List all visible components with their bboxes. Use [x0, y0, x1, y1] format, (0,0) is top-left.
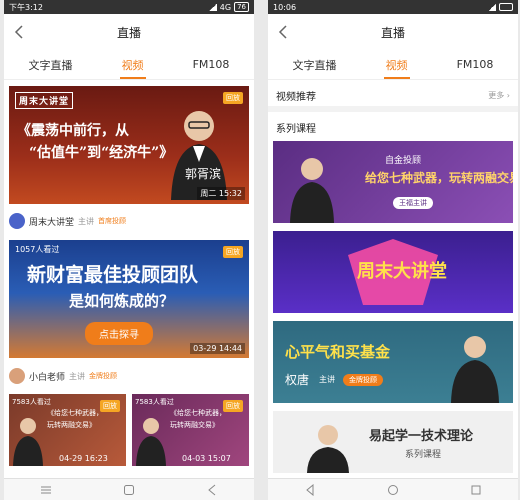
author-row[interactable]: 小白老师 主讲 金牌投顾	[9, 366, 117, 386]
card-title-line2: 是如何炼成的？	[69, 292, 175, 310]
avatar	[9, 213, 25, 229]
banner-title: 易起学一技术理论	[369, 429, 474, 444]
tab-bar: 文字直播 视频 FM108	[4, 50, 254, 80]
card-title-line1: 《给您七种武器，	[170, 409, 226, 417]
card-title-line1: 新财富最佳投顾团队	[27, 264, 199, 286]
top-bar: 直播	[268, 14, 518, 50]
more-link[interactable]: 更多 ›	[488, 90, 510, 101]
home-icon[interactable]	[118, 481, 140, 499]
network-label: 4G	[219, 2, 232, 12]
view-count: 1057人看过	[15, 245, 60, 254]
author-name: 周末大讲堂	[29, 217, 75, 228]
speaker-photo	[136, 418, 166, 466]
back-arrow-icon[interactable]	[274, 23, 292, 41]
page-title: 直播	[116, 25, 141, 40]
replay-badge: 回放	[223, 400, 243, 412]
author-row[interactable]: 周末大讲堂 主讲 首席投顾	[9, 211, 126, 231]
explore-button[interactable]: 点击探寻	[85, 322, 153, 345]
tab-fm108[interactable]: FM108	[185, 52, 238, 77]
section-title: 系列课程	[276, 123, 316, 135]
signal-icon	[488, 3, 496, 11]
right-phone-screen: 10:06 直播 文字直播 视频 FM108 视频推荐 更多 › 系列课程 自金…	[268, 0, 518, 500]
tab-bar: 文字直播 视频 FM108	[268, 50, 518, 80]
tab-fm108[interactable]: FM108	[449, 52, 502, 77]
presenter-role: 主讲	[319, 375, 335, 384]
more-label: 更多	[488, 90, 505, 100]
view-count: 7583人看过	[135, 398, 174, 406]
status-time: 下午3:12	[9, 2, 43, 12]
course-banner-technical-theory[interactable]: 易起学一技术理论 系列课程	[273, 411, 513, 473]
video-recommend-header[interactable]: 视频推荐 更多 ›	[268, 84, 518, 112]
video-card-small[interactable]: 7583人看过 回放 《给您七种武器， 玩转两融交易》 04-29 16:23	[9, 394, 126, 466]
top-bar: 直播	[4, 14, 254, 50]
recents-icon[interactable]	[465, 481, 487, 499]
banner-subtitle: 自金投顾	[385, 156, 422, 166]
tab-text-live[interactable]: 文字直播	[21, 51, 81, 79]
card-title-line1: 《给您七种武器，	[47, 409, 103, 417]
author-name: 小白老师	[29, 372, 66, 383]
card-time: 04-03 15:07	[182, 454, 231, 463]
course-banner-weekend-lecture[interactable]: 周末大讲堂	[273, 231, 513, 313]
page-title: 直播	[380, 25, 405, 40]
speaker-photo	[451, 336, 499, 403]
back-icon[interactable]	[201, 481, 223, 499]
series-header: 系列课程	[268, 116, 518, 138]
banner-subtitle: 系列课程	[405, 450, 442, 460]
speaker-photo	[290, 158, 334, 223]
course-banner-two-way-trading[interactable]: 自金投顾 给您七种武器，玩转两融交易 王福主讲	[273, 141, 513, 223]
tab-text-live[interactable]: 文字直播	[285, 51, 345, 79]
left-phone-screen: 下午3:12 4G 76 直播 文字直播 视频 FM108 周末大讲堂 回放 《…	[4, 0, 254, 500]
banner-title: 给您七种武器，玩转两融交易	[365, 171, 513, 185]
speaker-name: 郭胥滨	[184, 167, 221, 181]
course-banner-fund[interactable]: 心平气和买基金 权唐 主讲 金牌投顾	[273, 321, 513, 403]
author-badge: 首席投顾	[98, 217, 127, 225]
presenter-name: 权唐	[285, 373, 310, 387]
speaker-photo	[307, 425, 349, 473]
battery-icon: 76	[234, 2, 249, 12]
card-time: 周二 15:32	[197, 187, 245, 200]
video-card-weekend-lecture[interactable]: 周末大讲堂 回放 《震荡中前行，从 “估值牛”到“经济牛”》 郭胥滨 周二 15…	[9, 86, 249, 204]
tab-video[interactable]: 视频	[378, 51, 416, 79]
video-card-team[interactable]: 1057人看过 回放 新财富最佳投顾团队 是如何炼成的？ 点击探寻 03-29 …	[9, 240, 249, 358]
card-title-line2: 玩转两融交易》	[47, 421, 96, 429]
status-bar: 下午3:12 4G 76	[4, 0, 254, 14]
tab-video[interactable]: 视频	[114, 51, 152, 79]
system-nav-bar	[4, 478, 254, 500]
status-bar: 10:06	[268, 0, 518, 14]
banner-title: 周末大讲堂	[357, 261, 447, 282]
replay-badge: 回放	[223, 246, 243, 258]
speaker-photo	[171, 111, 227, 200]
author-role: 主讲	[69, 371, 86, 381]
card-time: 04-29 16:23	[59, 454, 108, 463]
battery-icon	[499, 3, 513, 11]
author-role: 主讲	[78, 216, 95, 226]
section-title: 视频推荐	[276, 91, 316, 103]
system-nav-bar	[268, 478, 518, 500]
program-logo: 周末大讲堂	[15, 92, 74, 109]
status-time: 10:06	[273, 2, 297, 12]
card-title-line2: 玩转两融交易》	[170, 421, 219, 429]
back-icon[interactable]	[299, 481, 321, 499]
card-title-line2: “估值牛”到“经济牛”》	[29, 145, 174, 161]
presenter-badge: 金牌投顾	[343, 374, 383, 386]
presenter-tag: 王福主讲	[393, 197, 433, 209]
avatar	[9, 368, 25, 384]
view-count: 7583人看过	[12, 398, 51, 406]
menu-icon[interactable]	[35, 481, 57, 499]
author-badge: 金牌投顾	[89, 372, 118, 380]
signal-icon	[208, 3, 217, 11]
back-arrow-icon[interactable]	[10, 23, 28, 41]
home-icon[interactable]	[382, 481, 404, 499]
video-card-small[interactable]: 7583人看过 回放 《给您七种武器， 玩转两融交易》 04-03 15:07	[132, 394, 249, 466]
speaker-photo	[13, 418, 43, 466]
card-time: 03-29 14:44	[190, 343, 245, 354]
banner-title: 心平气和买基金	[285, 343, 391, 361]
replay-badge: 回放	[100, 400, 120, 412]
card-title-line1: 《震荡中前行，从	[17, 123, 129, 139]
